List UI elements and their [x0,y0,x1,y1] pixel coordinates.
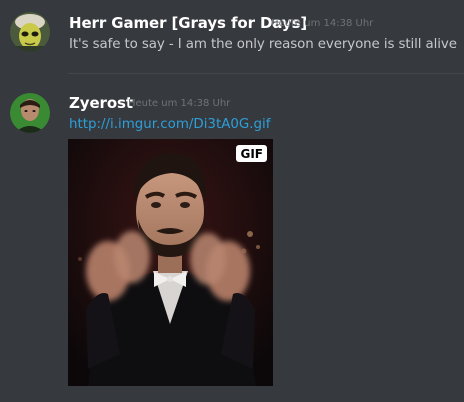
message-text: It's safe to say - I am the only reason … [69,37,457,52]
message-herr-gamer: Herr Gamer [Grays for Days] Heute um 14:… [0,0,464,74]
person-avatar-icon[interactable] [10,93,50,133]
gif-badge: GIF [236,145,267,162]
author-name[interactable]: Zyerost [69,94,133,112]
message-timestamp: Heute um 14:38 Uhr [128,98,231,109]
clapping-man-gif-icon [68,139,273,386]
gif-embed[interactable]: GIF [68,139,273,386]
gif-link[interactable]: http://i.imgur.com/Di3tA0G.gif [69,117,270,132]
alien-avatar-icon[interactable] [10,12,50,52]
message-timestamp: Heute um 14:38 Uhr [271,18,374,29]
